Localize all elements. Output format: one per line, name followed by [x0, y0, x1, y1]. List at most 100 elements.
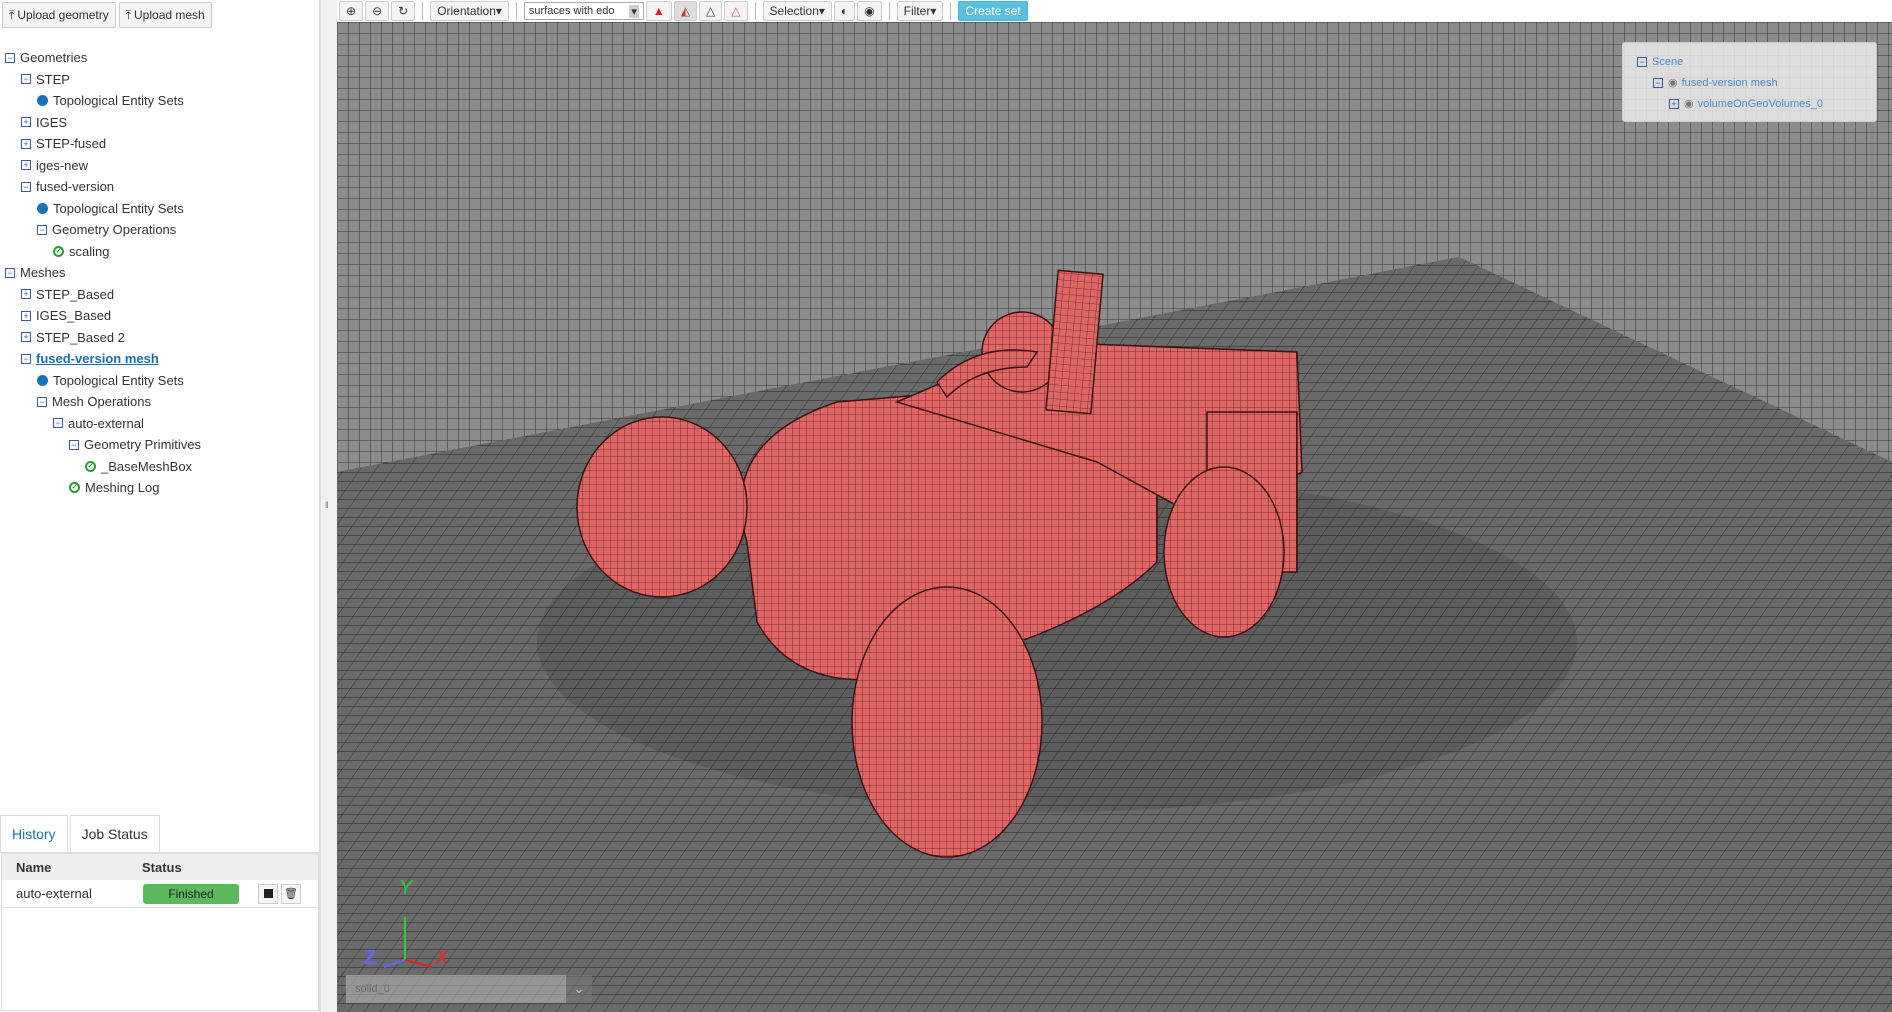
delete-button[interactable]: 🗑 — [281, 883, 301, 904]
tab-job-status[interactable]: Job Status — [69, 815, 160, 852]
tree-item[interactable]: Topological Entity Sets — [0, 198, 318, 220]
solid-select-toggle[interactable]: ⌄ — [566, 975, 592, 1003]
tree-item-label: Meshes — [20, 265, 66, 281]
left-panel: ⤒ Upload geometry ⤒ Upload mesh − Geometrie… — [0, 0, 320, 1012]
tree-item-label: Mesh Operations — [52, 394, 151, 410]
check-circle-icon[interactable]: ✓ — [85, 460, 96, 472]
tree-item[interactable]: − STEP — [0, 69, 318, 91]
entity-set-icon[interactable] — [37, 95, 48, 107]
upload-geometry-button[interactable]: ⤒ Upload geometry — [2, 2, 116, 28]
viewer-toolbar: ⊕ ⊖ ↻ Orientation ▾ surfaces with edo ▾ ▲ … — [337, 0, 1892, 22]
tree-item-label: Geometries — [20, 50, 88, 66]
panel-splitter[interactable]: ‖ — [320, 0, 337, 1012]
check-circle-icon[interactable]: ✓ — [53, 245, 64, 257]
expand-icon[interactable]: + — [21, 160, 31, 171]
expand-icon[interactable]: + — [21, 310, 31, 321]
expand-icon[interactable]: + — [21, 289, 31, 300]
tree-item[interactable]: − Geometry Operations — [0, 219, 318, 241]
tree-item[interactable]: − Geometries — [0, 47, 318, 69]
entity-set-icon[interactable] — [37, 374, 48, 386]
upload-mesh-button[interactable]: ⤒ Upload mesh — [118, 2, 212, 28]
tree-item-label: Meshing Log — [85, 480, 160, 496]
hide-button[interactable]: ◐ — [833, 1, 856, 21]
filter-dropdown[interactable]: Filter ▾ — [896, 1, 944, 21]
expand-icon[interactable]: + — [21, 332, 31, 343]
col-name: Name — [16, 859, 52, 875]
mesh-render — [337, 22, 1892, 1012]
collapse-icon: − — [1653, 77, 1663, 88]
tree-item[interactable]: ✓ Meshing Log — [0, 477, 318, 499]
collapse-icon[interactable]: − — [53, 418, 63, 429]
transparent-cone-icon: △ — [731, 4, 741, 18]
upload-icon: ⤒ — [125, 7, 132, 22]
tree-item[interactable]: ✓ scaling — [0, 241, 318, 263]
create-set-button[interactable]: Create set — [958, 1, 1028, 21]
selection-dropdown[interactable]: Selection ▾ — [762, 1, 832, 21]
caret-down-icon: ▾ — [629, 4, 639, 18]
collapse-icon[interactable]: − — [21, 181, 31, 192]
collapse-icon[interactable]: − — [21, 353, 31, 364]
zoom-out-button[interactable]: ⊖ — [365, 1, 390, 21]
collapse-icon[interactable]: − — [21, 74, 31, 85]
collapse-icon[interactable]: − — [69, 439, 79, 450]
stop-icon — [263, 889, 273, 898]
solid-select[interactable]: solid_0 — [346, 975, 566, 1003]
axis-y-label: Y — [399, 877, 413, 899]
reset-view-button[interactable]: ↻ — [391, 1, 416, 21]
render-mode-select[interactable]: surfaces with edo ▾ — [523, 2, 644, 20]
tree-item[interactable]: Topological Entity Sets — [0, 90, 318, 112]
tree-item[interactable]: − Geometry Primitives — [0, 434, 318, 456]
tree-item[interactable]: − fused-version — [0, 176, 318, 198]
tree-item[interactable]: ✓ _BaseMeshBox — [0, 456, 318, 478]
col-status: Status — [142, 859, 182, 875]
tab-history[interactable]: History — [0, 815, 68, 852]
stop-button[interactable] — [258, 883, 278, 904]
tree-item[interactable]: + iges-new — [0, 155, 318, 177]
3d-viewport[interactable]: Y X Z — [337, 22, 1892, 1012]
collapse-icon[interactable]: − — [5, 52, 15, 63]
zoom-in-button[interactable]: ⊕ — [339, 1, 364, 21]
tree-item[interactable]: + STEP_Based 2 — [0, 327, 318, 349]
tree-item[interactable]: − Mesh Operations — [0, 391, 318, 413]
tree-item[interactable]: + IGES_Based — [0, 305, 318, 327]
tree-item-label: _BaseMeshBox — [101, 458, 193, 474]
show-button[interactable]: ◉ — [857, 1, 882, 21]
chevron-down-icon: ⌄ — [573, 981, 585, 996]
check-circle-icon[interactable]: ✓ — [69, 482, 80, 494]
tree-item-label: STEP-fused — [36, 136, 107, 152]
expand-icon[interactable]: + — [21, 117, 31, 128]
wireframe-button[interactable]: △ — [699, 1, 723, 21]
cone-edges-icon: ◭ — [680, 4, 691, 18]
caret-down-icon: ▾ — [495, 4, 502, 18]
tree-item[interactable]: − fused-version mesh — [0, 348, 318, 370]
collapse-icon: − — [1637, 56, 1647, 67]
tree-item-label: Topological Entity Sets — [53, 93, 184, 109]
tree-item-label: Geometry Primitives — [84, 437, 202, 453]
collapse-icon[interactable]: − — [5, 267, 15, 278]
expand-icon: + — [1669, 98, 1679, 109]
tree-item-label: iges-new — [36, 157, 89, 173]
tree-item-label: Topological Entity Sets — [53, 200, 184, 216]
collapse-icon[interactable]: − — [37, 396, 47, 407]
tree-item[interactable]: − auto-external — [0, 413, 318, 435]
surface-edges-button[interactable]: ◭ — [673, 1, 698, 21]
bottom-tabs: History Job Status — [0, 815, 320, 853]
tree-item[interactable]: + IGES — [0, 112, 318, 134]
tree-item-label: auto-external — [68, 415, 144, 431]
scene-mesh[interactable]: − ◉ fused-version mesh — [1623, 72, 1876, 93]
collapse-icon[interactable]: − — [37, 224, 47, 235]
tree-item[interactable]: − Meshes — [0, 262, 318, 284]
scene-root[interactable]: − Scene — [1623, 51, 1876, 72]
tree-item-label: scaling — [69, 243, 110, 259]
entity-set-icon[interactable] — [37, 202, 48, 214]
tree-item[interactable]: + STEP-fused — [0, 133, 318, 155]
expand-icon[interactable]: + — [21, 138, 31, 149]
solid-mode-button[interactable]: ▲ — [645, 1, 672, 21]
scene-volume[interactable]: + ◉ volumeOnGeoVolumes_0 — [1623, 93, 1876, 114]
tree-item[interactable]: Topological Entity Sets — [0, 370, 318, 392]
wireframe-cone-icon: △ — [706, 4, 716, 18]
transparent-button[interactable]: △ — [724, 1, 748, 21]
tree-item[interactable]: + STEP_Based — [0, 284, 318, 306]
eye-icon: ◉ — [864, 4, 875, 18]
orientation-dropdown[interactable]: Orientation ▾ — [430, 1, 509, 21]
